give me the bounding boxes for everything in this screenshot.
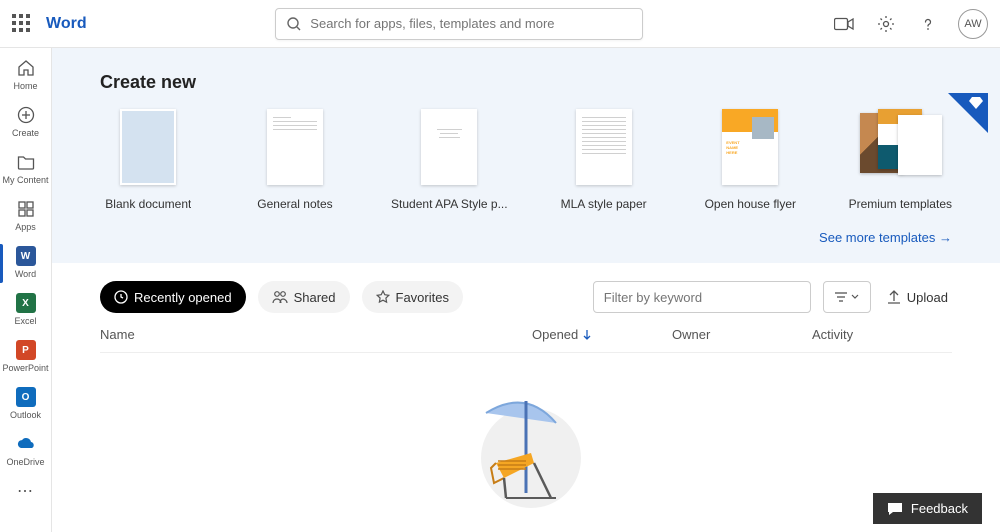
home-icon — [16, 58, 36, 78]
col-activity[interactable]: Activity — [812, 327, 952, 342]
chevron-down-icon — [851, 294, 859, 300]
sidebar-item-excel[interactable]: X Excel — [0, 287, 52, 334]
template-label: Student APA Style p... — [391, 197, 508, 211]
sidebar-label-powerpoint: PowerPoint — [2, 363, 48, 373]
header-left: Word — [12, 14, 87, 34]
feedback-button[interactable]: Feedback — [873, 493, 982, 524]
search-input[interactable] — [310, 16, 632, 31]
diamond-icon — [969, 97, 983, 109]
template-thumb — [267, 109, 323, 185]
sidebar-item-mycontent[interactable]: My Content — [0, 146, 52, 193]
template-general-notes[interactable]: General notes — [247, 109, 344, 211]
sidebar-item-create[interactable]: Create — [0, 99, 52, 146]
folder-icon — [16, 152, 36, 172]
template-label: MLA style paper — [561, 197, 647, 211]
sidebar-label-outlook: Outlook — [10, 410, 41, 420]
tab-label: Recently opened — [134, 290, 232, 305]
template-apa[interactable]: Student APA Style p... — [393, 109, 505, 211]
sidebar-item-outlook[interactable]: O Outlook — [0, 381, 52, 428]
upload-button[interactable]: Upload — [883, 289, 952, 305]
tab-favorites[interactable]: Favorites — [362, 281, 463, 313]
sort-button[interactable] — [823, 281, 871, 313]
sidebar-label-onedrive: OneDrive — [6, 457, 44, 467]
people-icon — [272, 290, 288, 304]
tab-label: Favorites — [396, 290, 449, 305]
upload-icon — [887, 289, 901, 305]
templates-row: Blank document General notes Student APA… — [100, 109, 952, 211]
template-blank[interactable]: Blank document — [100, 109, 197, 211]
template-premium[interactable]: Premium templates — [849, 109, 952, 211]
sidebar-item-onedrive[interactable]: OneDrive — [0, 428, 52, 475]
documents-section: Recently opened Shared Favorites Upload — [52, 263, 1000, 531]
meet-now-icon[interactable] — [832, 12, 856, 36]
create-new-section: Create new Blank document General notes … — [52, 48, 1000, 263]
onedrive-icon — [16, 434, 36, 454]
sidebar-label-apps: Apps — [15, 222, 36, 232]
filter-input[interactable] — [593, 281, 811, 313]
brand-name: Word — [46, 15, 87, 33]
template-thumb-blank — [120, 109, 176, 185]
left-sidebar: Home Create My Content Apps W Word X Exc… — [0, 48, 52, 532]
template-thumb: EVENTNAMEHERE — [722, 109, 778, 185]
create-new-title: Create new — [100, 72, 952, 93]
flyer-text: HERE — [726, 150, 737, 155]
account-avatar[interactable]: AW — [958, 9, 988, 39]
excel-icon: X — [16, 293, 36, 313]
apps-icon — [16, 199, 36, 219]
feedback-label: Feedback — [911, 501, 968, 516]
col-owner[interactable]: Owner — [672, 327, 812, 342]
col-opened-label: Opened — [532, 327, 578, 342]
tab-shared[interactable]: Shared — [258, 281, 350, 313]
template-label: Premium templates — [849, 197, 952, 211]
premium-thumbs — [860, 109, 940, 185]
word-icon: W — [16, 246, 36, 266]
tab-recently-opened[interactable]: Recently opened — [100, 281, 246, 313]
powerpoint-icon: P — [16, 340, 36, 360]
sidebar-label-home: Home — [13, 81, 37, 91]
help-icon[interactable] — [916, 12, 940, 36]
sidebar-item-powerpoint[interactable]: P PowerPoint — [0, 334, 52, 381]
see-more-templates-link[interactable]: See more templates → — [819, 230, 952, 245]
sidebar-label-mycontent: My Content — [2, 175, 48, 185]
clock-icon — [114, 290, 128, 304]
outlook-icon: O — [16, 387, 36, 407]
header-right: AW — [832, 9, 988, 39]
tab-label: Shared — [294, 290, 336, 305]
template-flyer[interactable]: EVENTNAMEHERE Open house flyer — [702, 109, 799, 211]
sidebar-item-more[interactable]: ⋯ — [0, 475, 52, 509]
template-label: Blank document — [105, 197, 191, 211]
sidebar-item-word[interactable]: W Word — [0, 240, 52, 287]
template-label: Open house flyer — [705, 197, 796, 211]
settings-icon[interactable] — [874, 12, 898, 36]
header-bar: Word AW — [0, 0, 1000, 48]
template-thumb — [576, 109, 632, 185]
col-opened[interactable]: Opened — [532, 327, 672, 342]
search-icon — [286, 16, 302, 32]
sort-down-icon — [582, 329, 592, 341]
sidebar-item-home[interactable]: Home — [0, 52, 52, 99]
see-more-row: See more templates → — [100, 229, 952, 247]
docs-toolbar: Recently opened Shared Favorites Upload — [100, 281, 952, 313]
col-name[interactable]: Name — [100, 327, 532, 342]
star-icon — [376, 290, 390, 304]
upload-label: Upload — [907, 290, 948, 305]
create-icon — [16, 105, 36, 125]
table-header: Name Opened Owner Activity — [100, 313, 952, 353]
sidebar-label-word: Word — [15, 269, 36, 279]
chat-icon — [887, 502, 903, 516]
search-box[interactable] — [275, 8, 643, 40]
empty-state — [100, 353, 952, 513]
more-icon: ⋯ — [17, 481, 34, 501]
template-label: General notes — [257, 197, 332, 211]
template-mla[interactable]: MLA style paper — [555, 109, 652, 211]
main-content: Create new Blank document General notes … — [52, 48, 1000, 532]
search-container — [87, 8, 832, 40]
beach-chair-illustration — [456, 383, 596, 513]
filter-lines-icon — [834, 291, 848, 303]
sidebar-item-apps[interactable]: Apps — [0, 193, 52, 240]
template-thumb — [421, 109, 477, 185]
sidebar-label-excel: Excel — [14, 316, 36, 326]
sidebar-label-create: Create — [12, 128, 39, 138]
app-launcher-icon[interactable] — [12, 14, 32, 34]
